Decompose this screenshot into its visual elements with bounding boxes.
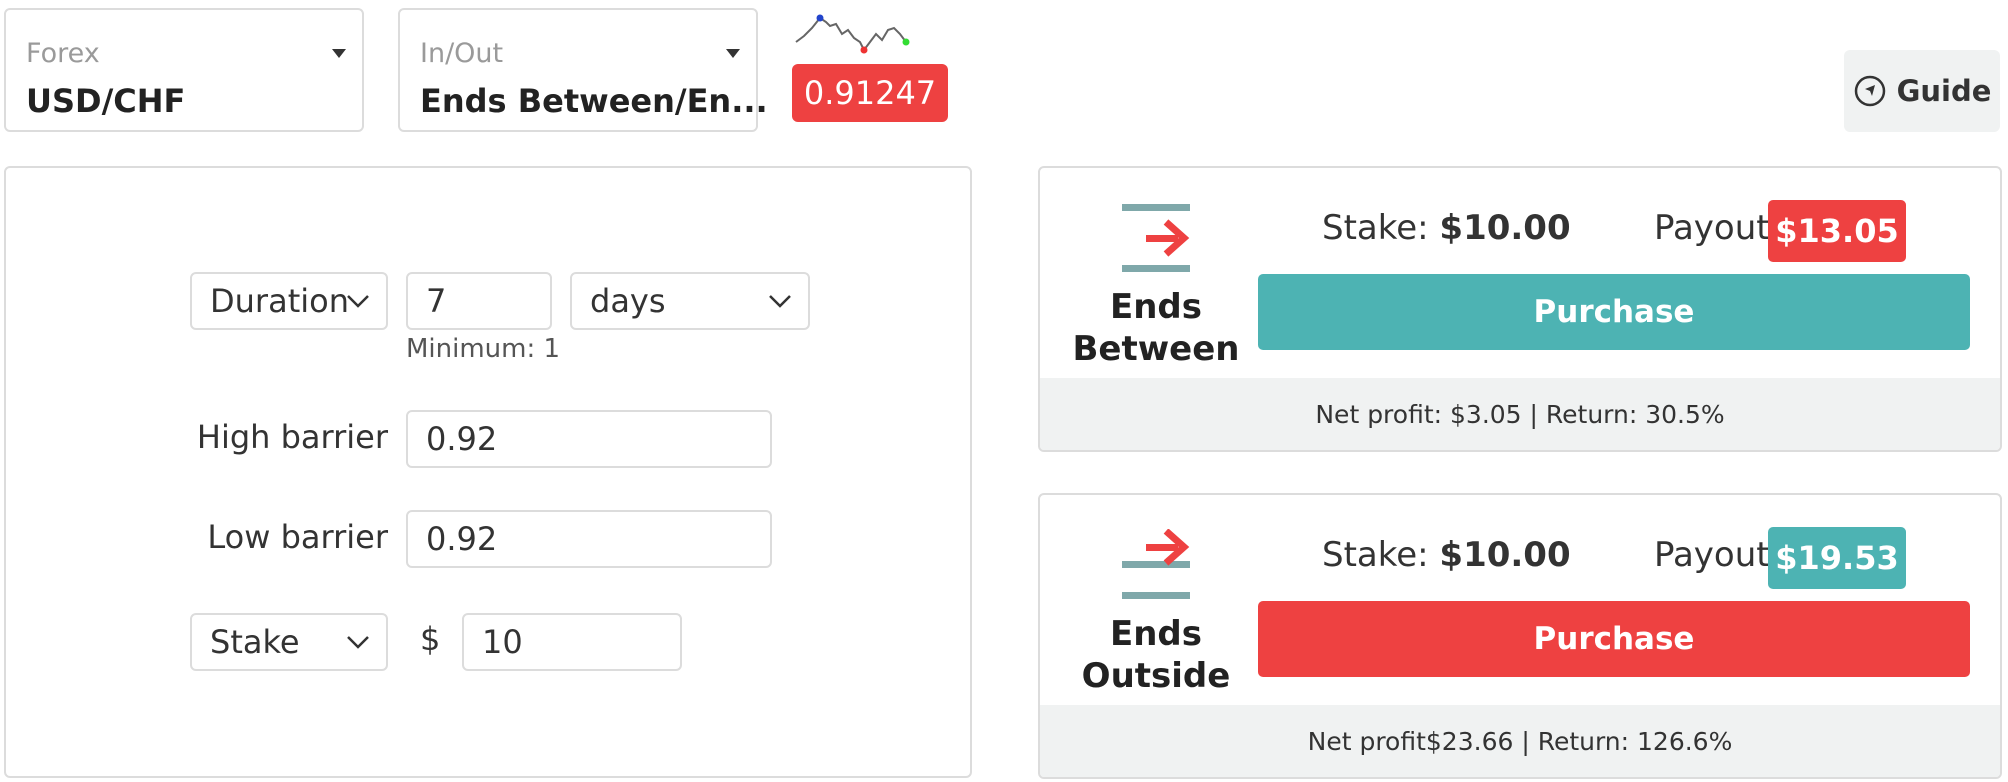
market-selector[interactable]: Forex USD/CHF (4, 8, 364, 132)
payout-label: Payout: (1654, 208, 1782, 248)
ends-between-icon (1122, 204, 1190, 272)
contract-title-line2: Outside (1081, 656, 1231, 696)
chevron-down-icon (769, 295, 791, 308)
low-barrier-label: Low barrier (207, 518, 388, 556)
amount-type-value: Stake (210, 623, 300, 661)
payout-label: Payout: (1654, 535, 1782, 575)
high-barrier-value: 0.92 (426, 420, 498, 458)
caret-down-icon (726, 49, 740, 58)
duration-input[interactable]: 7 (406, 272, 552, 330)
amount-type-select[interactable]: Stake (190, 613, 388, 671)
guide-label: Guide (1896, 74, 1992, 108)
purchase-button[interactable]: Purchase (1258, 601, 1970, 677)
duration-type-value: Duration (210, 282, 349, 320)
contract-title-line2: Between (1072, 329, 1240, 369)
stake-label: Stake: (1322, 208, 1429, 248)
ends-outside-icon (1122, 529, 1190, 599)
duration-type-select[interactable]: Duration (190, 272, 388, 330)
stake-label: Stake: (1322, 535, 1429, 575)
sparkline-low-marker (860, 46, 868, 54)
compass-icon (1854, 75, 1885, 107)
contract-title: Ends Outside (1060, 613, 1252, 697)
payout-amount-badge: $19.53 (1768, 527, 1906, 589)
stake-input[interactable]: 10 (462, 613, 682, 671)
contract-title: Ends Between (1060, 286, 1252, 370)
low-barrier-input[interactable]: 0.92 (406, 510, 772, 568)
duration-unit-value: days (590, 282, 666, 320)
market-value: USD/CHF (26, 82, 186, 120)
stake-summary: Stake: $10.00 (1322, 208, 1571, 248)
guide-button[interactable]: Guide (1844, 50, 2000, 132)
stake-value: 10 (482, 623, 523, 661)
contract-card-ends-outside: Ends Outside Stake: $10.00 Payout: $19.5… (1038, 493, 2002, 779)
high-barrier-label: High barrier (196, 418, 388, 456)
duration-minimum-hint: Minimum: 1 (406, 334, 561, 364)
contract-title-line1: Ends (1109, 614, 1202, 654)
stake-amount: $10.00 (1439, 208, 1571, 248)
contract-title-line1: Ends (1109, 287, 1202, 327)
trade-form-panel (4, 166, 972, 778)
caret-down-icon (332, 49, 346, 58)
duration-value: 7 (426, 282, 447, 320)
duration-unit-select[interactable]: days (570, 272, 810, 330)
currency-symbol: $ (420, 620, 441, 658)
sparkline-high-marker (816, 14, 824, 22)
market-label: Forex (26, 38, 100, 69)
payout-amount-badge: $13.05 (1768, 200, 1906, 262)
stake-summary: Stake: $10.00 (1322, 535, 1571, 575)
sparkline-last-marker (902, 38, 910, 46)
price-sparkline (795, 14, 910, 54)
high-barrier-input[interactable]: 0.92 (406, 410, 772, 468)
contract-card-ends-between: Ends Between Stake: $10.00 Payout: $13.0… (1038, 166, 2002, 452)
spot-price-badge: 0.91247 (792, 64, 948, 122)
trade-type-selector[interactable]: In/Out Ends Between/En... (398, 8, 768, 132)
low-barrier-value: 0.92 (426, 520, 498, 558)
trade-type-value: Ends Between/En... (420, 82, 768, 120)
trade-type-label: In/Out (420, 38, 504, 69)
contract-footer: Net profit: $3.05 | Return: 30.5% (1040, 378, 2000, 450)
chevron-down-icon (347, 636, 369, 649)
purchase-button[interactable]: Purchase (1258, 274, 1970, 350)
contract-footer: Net profit$23.66 | Return: 126.6% (1040, 705, 2000, 777)
chevron-down-icon (347, 295, 369, 308)
stake-amount: $10.00 (1439, 535, 1571, 575)
